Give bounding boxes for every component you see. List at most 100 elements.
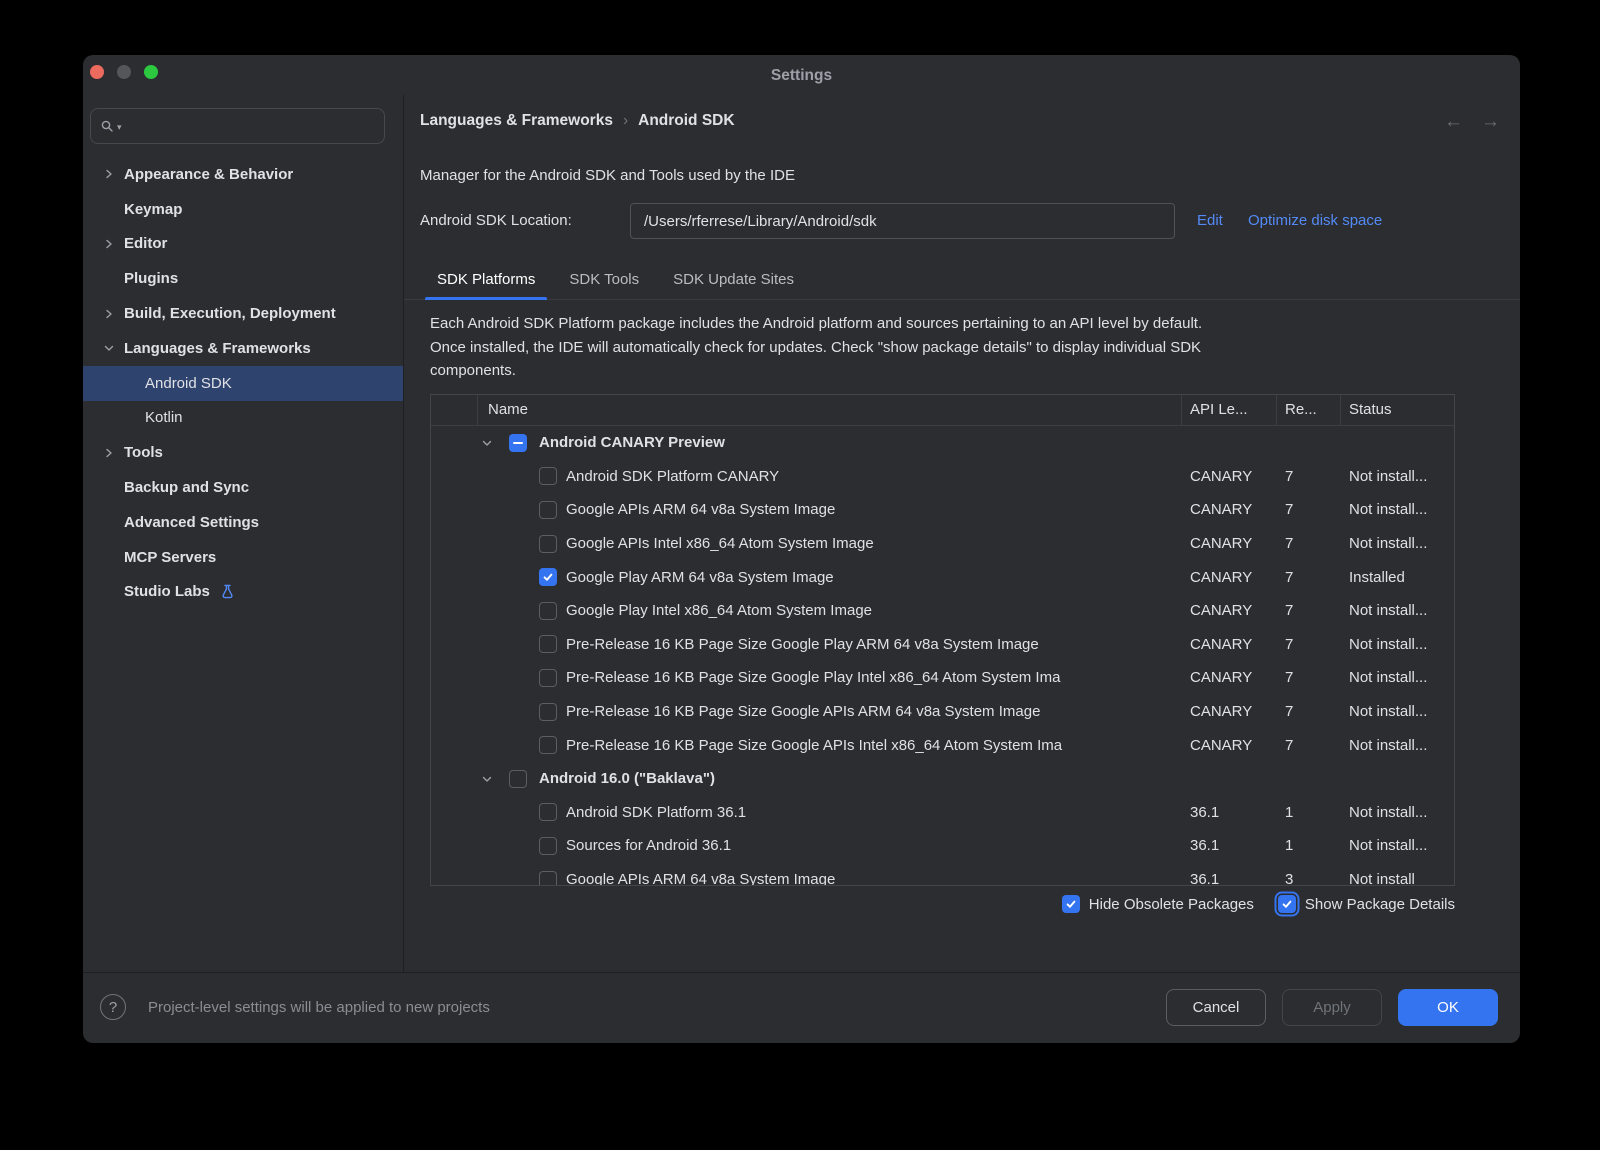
table-row-google-apis-arm-64-v8a-system-image[interactable]: Google APIs ARM 64 v8a System ImageCANAR… [431,493,1454,527]
sidebar-item-appearance-behavior[interactable]: Appearance & Behavior [83,157,403,192]
settings-search-box[interactable]: ▾ [90,108,385,144]
revision-cell: 7 [1277,569,1341,586]
settings-search-input[interactable] [125,117,384,136]
chevron-right-icon[interactable] [103,308,115,320]
package-checkbox[interactable] [509,434,527,452]
close-window-icon[interactable] [90,65,104,79]
revision-cell: 7 [1277,535,1341,552]
history-arrows: ← → [1444,111,1500,133]
breadcrumb-languages-frameworks[interactable]: Languages & Frameworks [420,112,613,130]
chevron-down-icon[interactable] [103,342,115,354]
table-row-android-sdk-platform-canary[interactable]: Android SDK Platform CANARYCANARY7Not in… [431,460,1454,494]
sidebar-item-plugins[interactable]: Plugins [83,261,403,296]
column-header-api-le...[interactable]: API Le... [1182,395,1277,425]
table-row-pre-release-16-kb-page-size-google-play-arm-64-v8a-system-image[interactable]: Pre-Release 16 KB Page Size Google Play … [431,628,1454,662]
sdk-location-input[interactable] [642,212,1163,231]
table-row-android-16.0-baklava[interactable]: Android 16.0 ("Baklava") [431,762,1454,796]
table-row-google-play-intel-x86-64-atom-system-image[interactable]: Google Play Intel x86_64 Atom System Ima… [431,594,1454,628]
table-row-pre-release-16-kb-page-size-google-apis-arm-64-v8a-system-image[interactable]: Pre-Release 16 KB Page Size Google APIs … [431,695,1454,729]
zoom-window-icon[interactable] [144,65,158,79]
tab-sdk-tools[interactable]: SDK Tools [552,260,656,299]
revision-cell: 7 [1277,737,1341,754]
table-row-sources-for-android-36.1[interactable]: Sources for Android 36.136.11Not install… [431,829,1454,863]
sidebar-item-keymap[interactable]: Keymap [83,192,403,227]
edit-link[interactable]: Edit [1197,203,1223,239]
package-checkbox[interactable] [539,703,557,721]
package-checkbox[interactable] [509,770,527,788]
option-show-package-details[interactable]: Show Package Details [1278,895,1455,913]
api-level-cell: CANARY [1182,602,1277,619]
package-name-cell: Pre-Release 16 KB Page Size Google APIs … [431,703,1182,721]
package-checkbox[interactable] [539,535,557,553]
package-name: Google APIs ARM 64 v8a System Image [566,871,835,886]
table-body: Android CANARY PreviewAndroid SDK Platfo… [431,426,1454,886]
package-name: Sources for Android 36.1 [566,837,731,854]
chevron-right-icon[interactable] [103,238,115,250]
chevron-down-icon[interactable] [481,437,493,449]
option-checkbox[interactable] [1062,895,1080,913]
help-icon[interactable]: ? [100,994,126,1020]
revision-cell: 7 [1277,636,1341,653]
table-row-google-apis-arm-64-v8a-system-image[interactable]: Google APIs ARM 64 v8a System Image36.13… [431,863,1454,886]
back-arrow-icon[interactable]: ← [1444,111,1463,133]
breadcrumb-android-sdk: Android SDK [638,112,734,130]
package-name: Pre-Release 16 KB Page Size Google APIs … [566,737,1062,754]
sidebar-item-tools[interactable]: Tools [83,435,403,470]
package-name: Google Play Intel x86_64 Atom System Ima… [566,602,872,619]
tab-sdk-platforms[interactable]: SDK Platforms [420,260,552,299]
revision-cell: 1 [1277,804,1341,821]
status-cell: Not install... [1341,703,1454,720]
package-checkbox[interactable] [539,467,557,485]
forward-arrow-icon[interactable]: → [1481,111,1500,133]
package-name: Google Play ARM 64 v8a System Image [566,569,834,586]
ok-button[interactable]: OK [1398,989,1498,1026]
package-checkbox[interactable] [539,501,557,519]
status-cell: Not install... [1341,837,1454,854]
package-checkbox[interactable] [539,602,557,620]
revision-cell: 3 [1277,871,1341,886]
sidebar-item-label: Editor [124,235,167,252]
sidebar-item-android-sdk[interactable]: Android SDK [83,366,403,401]
package-checkbox[interactable] [539,568,557,586]
column-header-status[interactable]: Status [1341,395,1454,425]
package-checkbox[interactable] [539,803,557,821]
table-row-google-apis-intel-x86-64-atom-system-image[interactable]: Google APIs Intel x86_64 Atom System Ima… [431,527,1454,561]
column-header-name[interactable]: Name [478,395,1182,425]
table-row-pre-release-16-kb-page-size-google-play-intel-x86-64-atom-system-ima[interactable]: Pre-Release 16 KB Page Size Google Play … [431,661,1454,695]
package-checkbox[interactable] [539,635,557,653]
sidebar-item-backup-and-sync[interactable]: Backup and Sync [83,470,403,505]
package-checkbox[interactable] [539,669,557,687]
indeterminate-dash [513,442,523,445]
chevron-right-icon[interactable] [103,447,115,459]
sidebar-item-languages-frameworks[interactable]: Languages & Frameworks [83,331,403,366]
table-row-google-play-arm-64-v8a-system-image[interactable]: Google Play ARM 64 v8a System ImageCANAR… [431,560,1454,594]
table-header: NameAPI Le...Re...Status [431,395,1454,426]
column-header-re...[interactable]: Re... [1277,395,1341,425]
search-options-caret-icon[interactable]: ▾ [117,122,122,133]
sidebar-item-studio-labs[interactable]: Studio Labs [83,575,403,610]
sidebar-item-label: Build, Execution, Deployment [124,305,336,322]
package-checkbox[interactable] [539,736,557,754]
minimize-window-icon[interactable] [117,65,131,79]
optimize-disk-space-link[interactable]: Optimize disk space [1248,203,1382,239]
sidebar-item-mcp-servers[interactable]: MCP Servers [83,540,403,575]
option-checkbox[interactable] [1278,895,1296,913]
table-row-android-sdk-platform-36.1[interactable]: Android SDK Platform 36.136.11Not instal… [431,796,1454,830]
chevron-right-icon[interactable] [103,168,115,180]
sidebar-item-build-execution-deployment[interactable]: Build, Execution, Deployment [83,296,403,331]
chevron-down-icon[interactable] [481,773,493,785]
tab-sdk-update-sites[interactable]: SDK Update Sites [656,260,811,299]
sidebar-item-kotlin[interactable]: Kotlin [83,401,403,436]
table-row-android-canary-preview[interactable]: Android CANARY Preview [431,426,1454,460]
api-level-cell: CANARY [1182,703,1277,720]
package-checkbox[interactable] [539,871,557,886]
table-row-pre-release-16-kb-page-size-google-apis-intel-x86-64-atom-system-ima[interactable]: Pre-Release 16 KB Page Size Google APIs … [431,728,1454,762]
option-hide-obsolete-packages[interactable]: Hide Obsolete Packages [1062,895,1254,913]
sdk-location-field[interactable] [630,203,1175,239]
cancel-button[interactable]: Cancel [1166,989,1266,1026]
package-checkbox[interactable] [539,837,557,855]
sidebar-item-advanced-settings[interactable]: Advanced Settings [83,505,403,540]
sidebar-item-editor[interactable]: Editor [83,227,403,262]
api-level-cell: CANARY [1182,501,1277,518]
sidebar-item-label: Appearance & Behavior [124,166,293,183]
